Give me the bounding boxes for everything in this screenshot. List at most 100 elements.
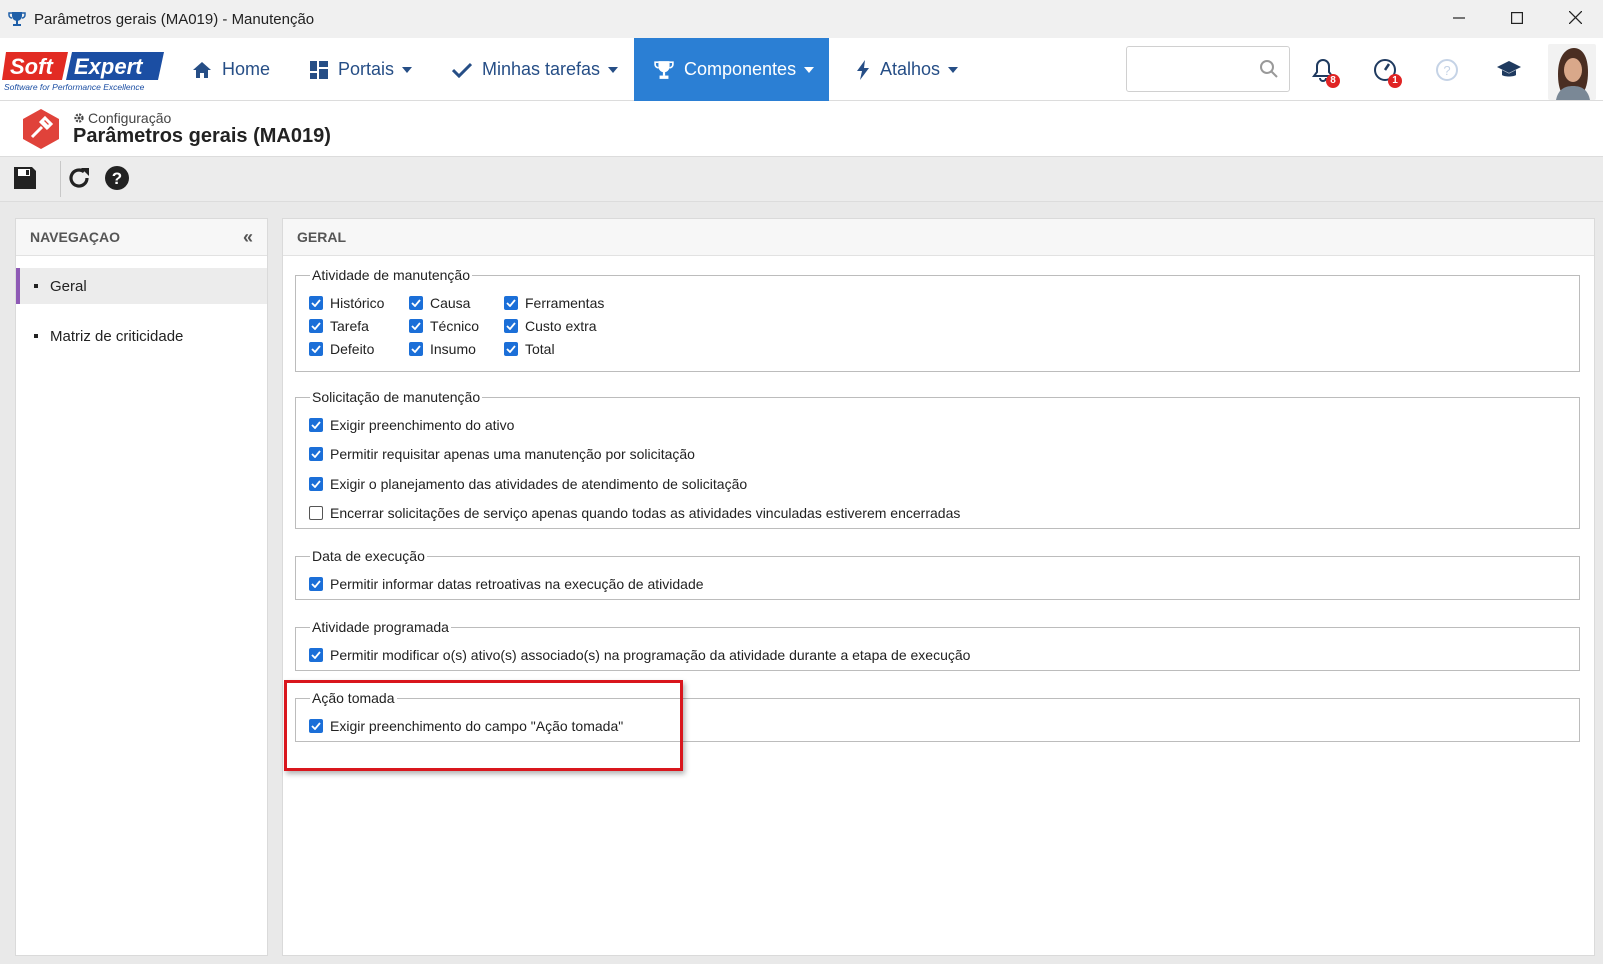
checkbox-checked-icon[interactable]	[504, 319, 518, 333]
tasks-button[interactable]: 1	[1370, 56, 1402, 88]
navigation-heading: NAVEGAÇAO	[30, 229, 120, 245]
svg-text:Expert: Expert	[74, 54, 144, 79]
checkbox-checked-icon[interactable]	[309, 719, 323, 733]
navigation-panel: NAVEGAÇAO « Geral Matriz de criticidade	[15, 218, 268, 956]
breadcrumb[interactable]: Configuração	[73, 110, 171, 126]
collapse-icon[interactable]: «	[243, 228, 253, 246]
checkbox-checked-icon[interactable]	[309, 296, 323, 310]
checkbox-checked-icon[interactable]	[309, 447, 323, 461]
checkbox-checked-icon[interactable]	[309, 342, 323, 356]
window-titlebar: Parâmetros gerais (MA019) - Manutenção	[0, 0, 1603, 38]
nav-home-label: Home	[222, 59, 271, 79]
checkbox-defeito[interactable]: Defeito	[309, 341, 374, 357]
help-button[interactable]: ?	[1432, 56, 1462, 86]
checkbox-modificar-ativos[interactable]: Permitir modificar o(s) ativo(s) associa…	[309, 647, 970, 663]
bullet-icon	[34, 284, 38, 288]
maintenance-module-icon	[20, 107, 62, 151]
checkbox-custo-extra[interactable]: Custo extra	[504, 318, 597, 334]
bullet-icon	[34, 334, 38, 338]
page-header: Configuração Parâmetros gerais (MA019)	[0, 101, 1603, 157]
save-icon	[13, 166, 37, 193]
checkbox-label: Encerrar solicitações de serviço apenas …	[330, 505, 961, 521]
checkbox-insumo[interactable]: Insumo	[409, 341, 476, 357]
nav-minhas-tarefas[interactable]: Minhas tarefas	[452, 38, 619, 101]
question-circle-icon: ?	[1435, 58, 1459, 85]
checkbox-label: Defeito	[330, 341, 375, 357]
checkbox-checked-icon[interactable]	[309, 648, 323, 662]
refresh-button[interactable]	[64, 164, 94, 194]
checkbox-exigir-acao-tomada[interactable]: Exigir preenchimento do campo "Ação toma…	[309, 718, 623, 734]
save-button[interactable]	[10, 164, 40, 194]
help-toolbar-button[interactable]: ?	[102, 164, 132, 194]
checkbox-label: Permitir modificar o(s) ativo(s) associa…	[330, 647, 971, 663]
checkbox-encerrar-solicitacoes[interactable]: Encerrar solicitações de serviço apenas …	[309, 505, 960, 521]
navigation-list: Geral Matriz de criticidade	[16, 256, 267, 354]
checkbox-checked-icon[interactable]	[309, 319, 323, 333]
learning-button[interactable]	[1494, 56, 1524, 86]
bolt-icon	[856, 59, 870, 80]
maximize-icon	[1511, 11, 1524, 27]
group-legend: Ação tomada	[312, 690, 395, 706]
nav-componentes-label: Componentes	[684, 59, 797, 79]
refresh-icon	[67, 166, 91, 193]
svg-text:Soft: Soft	[10, 54, 54, 79]
checkbox-permitir-requisitar[interactable]: Permitir requisitar apenas uma manutençã…	[309, 446, 695, 462]
checkbox-tarefa[interactable]: Tarefa	[309, 318, 369, 334]
checkbox-tecnico[interactable]: Técnico	[409, 318, 479, 334]
checkbox-label: Ferramentas	[525, 295, 605, 311]
search-box[interactable]	[1126, 46, 1290, 92]
nav-portais-label: Portais	[338, 59, 395, 79]
tasks-badge: 1	[1388, 74, 1402, 88]
checkbox-datas-retroativas[interactable]: Permitir informar datas retroativas na e…	[309, 576, 704, 592]
search-input[interactable]	[1135, 47, 1255, 91]
nav-atalhos[interactable]: Atalhos	[856, 38, 959, 101]
nav-item-matriz-de-criticidade[interactable]: Matriz de criticidade	[16, 318, 267, 354]
checkbox-historico[interactable]: Histórico	[309, 295, 384, 311]
grid-icon	[310, 60, 328, 79]
group-legend: Solicitação de manutenção	[312, 389, 481, 405]
checkbox-ferramentas[interactable]: Ferramentas	[504, 295, 604, 311]
notifications-button[interactable]: 8	[1308, 56, 1340, 88]
checkbox-exigir-planejamento[interactable]: Exigir o planejamento das atividades de …	[309, 476, 747, 492]
group-data-de-execucao: Data de execução	[295, 548, 1580, 600]
checkbox-label: Causa	[430, 295, 471, 311]
nav-portais[interactable]: Portais	[310, 38, 413, 101]
nav-item-geral[interactable]: Geral	[16, 268, 267, 304]
checkbox-exigir-preenchimento-ativo[interactable]: Exigir preenchimento do ativo	[309, 417, 514, 433]
checkbox-checked-icon[interactable]	[504, 296, 518, 310]
main-header: GERAL	[283, 219, 1594, 256]
search-icon[interactable]	[1259, 59, 1279, 82]
avatar[interactable]	[1548, 44, 1596, 100]
checkbox-checked-icon[interactable]	[309, 418, 323, 432]
checkbox-total[interactable]: Total	[504, 341, 555, 357]
group-atividade-de-manutencao: Atividade de manutenção	[295, 267, 1580, 372]
checkbox-checked-icon[interactable]	[409, 296, 423, 310]
group-atividade-programada: Atividade programada	[295, 619, 1580, 671]
main-panel: GERAL Atividade de manutenção Histórico …	[282, 218, 1595, 956]
notifications-badge: 8	[1326, 74, 1340, 88]
svg-text:?: ?	[112, 169, 122, 188]
checkbox-label: Tarefa	[330, 318, 369, 334]
minimize-button[interactable]	[1430, 0, 1488, 38]
softexpert-logo[interactable]: Soft Expert Software for Performance Exc…	[2, 46, 164, 92]
checkbox-label: Exigir preenchimento do ativo	[330, 417, 515, 433]
maximize-button[interactable]	[1488, 0, 1546, 38]
checkbox-checked-icon[interactable]	[504, 342, 518, 356]
checkbox-causa[interactable]: Causa	[409, 295, 470, 311]
checkbox-checked-icon[interactable]	[309, 477, 323, 491]
checkbox-checked-icon[interactable]	[409, 342, 423, 356]
gear-icon	[73, 112, 85, 124]
checkbox-label: Total	[525, 341, 555, 357]
group-legend: Data de execução	[312, 548, 425, 564]
nav-home[interactable]: Home	[192, 38, 270, 101]
checkbox-unchecked-icon[interactable]	[309, 506, 323, 520]
chevron-down-icon	[608, 66, 619, 73]
minimize-icon	[1453, 11, 1465, 27]
checkbox-checked-icon[interactable]	[309, 577, 323, 591]
nav-componentes[interactable]: Componentes	[634, 38, 829, 101]
checkbox-label: Insumo	[430, 341, 476, 357]
checkbox-checked-icon[interactable]	[409, 319, 423, 333]
nav-item-label: Matriz de criticidade	[50, 327, 184, 345]
close-button[interactable]	[1546, 0, 1603, 38]
top-navigation: Soft Expert Software for Performance Exc…	[0, 38, 1603, 101]
